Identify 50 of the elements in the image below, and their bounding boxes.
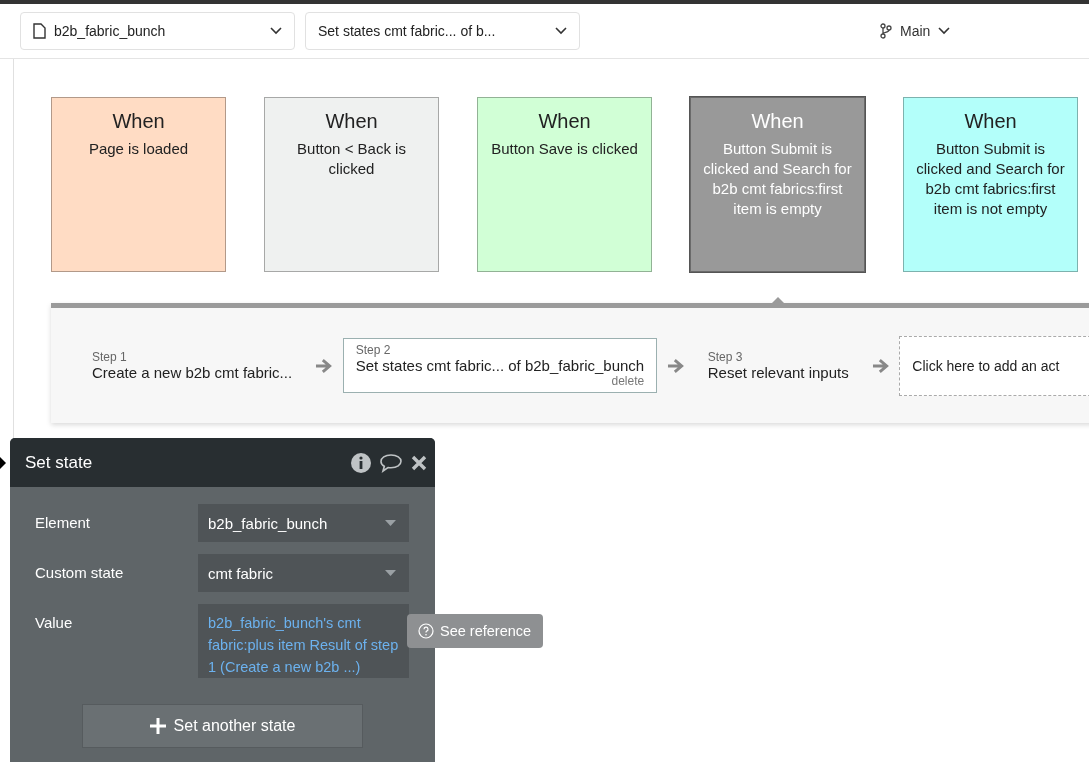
- event-card[interactable]: When Button < Back is clicked: [264, 97, 439, 272]
- comment-icon[interactable]: [379, 452, 403, 473]
- step-label: Step 3: [707, 350, 744, 364]
- chevron-down-icon: [270, 27, 282, 35]
- branch-dropdown[interactable]: Main: [874, 22, 957, 40]
- popup-title: Set state: [25, 452, 94, 473]
- info-icon[interactable]: [351, 452, 371, 473]
- arrow-right-icon: [667, 357, 685, 374]
- action-step[interactable]: Step 1 Create a new b2b cmt fabric...: [79, 341, 306, 390]
- event-heading: When: [750, 110, 805, 133]
- step-title: Create a new b2b cmt fabric...: [92, 364, 293, 381]
- step-label: Step 1: [92, 350, 128, 364]
- step-title: Set states cmt fabric... of b2b_fabric_bunch: [355, 357, 645, 374]
- event-heading: When: [963, 110, 1018, 133]
- document-icon: [33, 23, 46, 39]
- event-card[interactable]: When Page is loaded: [51, 97, 226, 272]
- chevron-down-icon: [555, 27, 567, 35]
- close-icon[interactable]: [411, 454, 427, 471]
- chevron-down-icon: [938, 27, 951, 35]
- page-dropdown[interactable]: b2b_fabric_bunch: [20, 12, 295, 50]
- field-label: Value: [35, 613, 74, 631]
- action-step[interactable]: Step 2 Set states cmt fabric... of b2b_fabric_bunch delete: [342, 338, 658, 393]
- action-step[interactable]: Step 3 Reset relevant inputs: [694, 341, 862, 390]
- help-icon: [418, 623, 434, 639]
- event-card[interactable]: When Button Submit is clicked and Search for b2b cmt fabrics:first item is not empty: [903, 97, 1078, 272]
- event-description: Button Save is clicked: [490, 139, 639, 159]
- event-description: Button < Back is clicked: [296, 139, 407, 179]
- arrow-right-icon: [871, 357, 890, 374]
- add-action-placeholder[interactable]: Click here to add an act: [899, 335, 1089, 396]
- event-description: Button Submit is clicked and Search for b2b cmt fabrics:first item is not empty: [915, 139, 1066, 219]
- dropdown-field[interactable]: b2b_fabric_bunch: [198, 504, 409, 542]
- workflow-dropdown[interactable]: Set states cmt fabric... of b...: [305, 12, 580, 50]
- field-label: Element: [35, 513, 92, 531]
- dropdown-caret-icon: [385, 520, 396, 526]
- branch-icon: [880, 23, 892, 39]
- event-card[interactable]: When Button Save is clicked: [477, 97, 652, 272]
- set-another-state-button[interactable]: Set another state: [82, 704, 363, 748]
- event-heading: When: [537, 110, 592, 133]
- event-heading: When: [324, 110, 379, 133]
- event-heading: When: [111, 110, 166, 133]
- event-description: Page is loaded: [87, 139, 190, 159]
- plus-icon: [149, 718, 166, 734]
- arrow-right-icon: [315, 357, 333, 374]
- delete-link[interactable]: delete: [611, 374, 645, 388]
- dropdown-caret-icon: [385, 570, 396, 576]
- step-title: Reset relevant inputs: [707, 364, 849, 381]
- dropdown-field[interactable]: cmt fabric: [198, 554, 409, 592]
- event-description: Button Submit is clicked and Search for b2b cmt fabrics:first item is empty: [702, 139, 853, 219]
- field-label: Custom state: [35, 563, 125, 581]
- step-label: Step 2: [355, 343, 392, 357]
